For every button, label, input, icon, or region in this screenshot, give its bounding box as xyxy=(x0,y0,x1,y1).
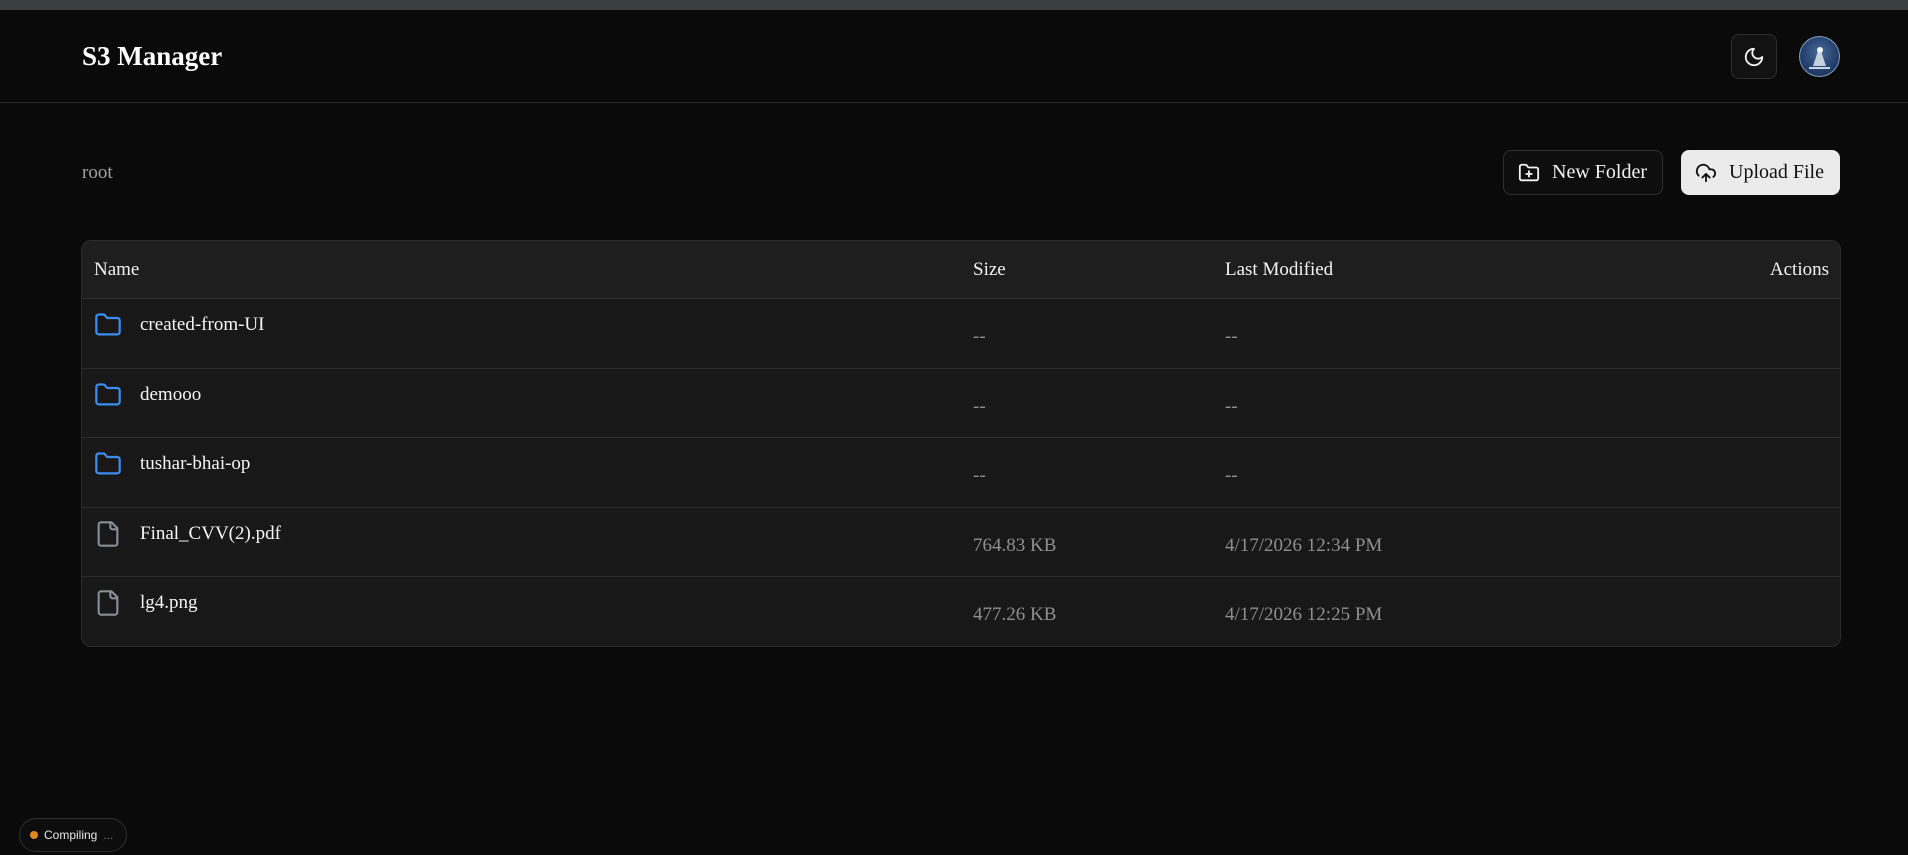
column-header-last-modified[interactable]: Last Modified xyxy=(1225,259,1333,281)
row-modified: -- xyxy=(1225,326,1238,347)
status-ellipsis: ... xyxy=(103,828,114,842)
row-modified: -- xyxy=(1225,395,1238,417)
row-size: -- xyxy=(973,395,986,417)
folder-plus-icon xyxy=(1518,163,1540,181)
folder-icon xyxy=(95,452,121,475)
app-title: S3 Manager xyxy=(82,41,223,71)
row-size: 764.83 KB xyxy=(973,534,1057,556)
moon-icon xyxy=(1744,47,1764,66)
row-name[interactable]: demooo xyxy=(140,384,201,406)
column-header-actions: Actions xyxy=(1769,259,1829,280)
avatar-image-icon xyxy=(1799,36,1840,77)
row-size: 477.26 KB xyxy=(973,604,1057,625)
table-row[interactable]: Final_CVV(2).pdf 764.83 KB 4/17/2026 12:… xyxy=(82,507,1840,577)
column-header-size[interactable]: Size xyxy=(973,259,1006,281)
new-folder-label: New Folder xyxy=(1552,161,1647,183)
row-name[interactable]: Final_CVV(2).pdf xyxy=(140,523,281,545)
theme-toggle-button[interactable] xyxy=(1731,34,1777,79)
table-row[interactable]: demooo -- -- xyxy=(82,368,1840,438)
status-dot-icon xyxy=(30,831,38,839)
upload-file-label: Upload File xyxy=(1729,161,1824,183)
folder-icon xyxy=(95,382,121,405)
breadcrumb[interactable]: root xyxy=(82,162,113,184)
table-row[interactable]: lg4.png 477.26 KB 4/17/2026 12:25 PM xyxy=(82,577,1840,646)
folder-icon xyxy=(95,313,121,336)
cloud-upload-icon xyxy=(1695,163,1716,182)
file-icon xyxy=(97,520,119,547)
user-avatar[interactable] xyxy=(1799,36,1840,77)
new-folder-button[interactable]: New Folder xyxy=(1503,150,1663,195)
table-header: Name Size Last Modified Actions xyxy=(82,241,1840,299)
status-label: Compiling xyxy=(44,828,98,842)
row-size: -- xyxy=(973,326,986,347)
row-name[interactable]: created-from-UI xyxy=(140,314,264,336)
compiling-status-indicator[interactable]: Compiling ... xyxy=(19,818,127,852)
upload-file-button[interactable]: Upload File xyxy=(1681,150,1840,195)
table-row[interactable]: tushar-bhai-op -- -- xyxy=(82,438,1840,508)
row-modified: 4/17/2026 12:34 PM xyxy=(1225,534,1383,556)
column-header-name[interactable]: Name xyxy=(94,259,139,281)
row-modified: -- xyxy=(1225,465,1238,486)
row-name[interactable]: tushar-bhai-op xyxy=(140,453,250,475)
table-row[interactable]: created-from-UI -- -- xyxy=(82,299,1840,369)
file-table: Name Size Last Modified Actions created-… xyxy=(81,240,1841,647)
row-size: -- xyxy=(973,465,986,486)
file-icon xyxy=(97,590,119,616)
browser-top-strip xyxy=(0,0,1908,10)
row-name[interactable]: lg4.png xyxy=(140,592,198,614)
app-header: S3 Manager xyxy=(0,10,1908,103)
row-modified: 4/17/2026 12:25 PM xyxy=(1225,604,1383,625)
